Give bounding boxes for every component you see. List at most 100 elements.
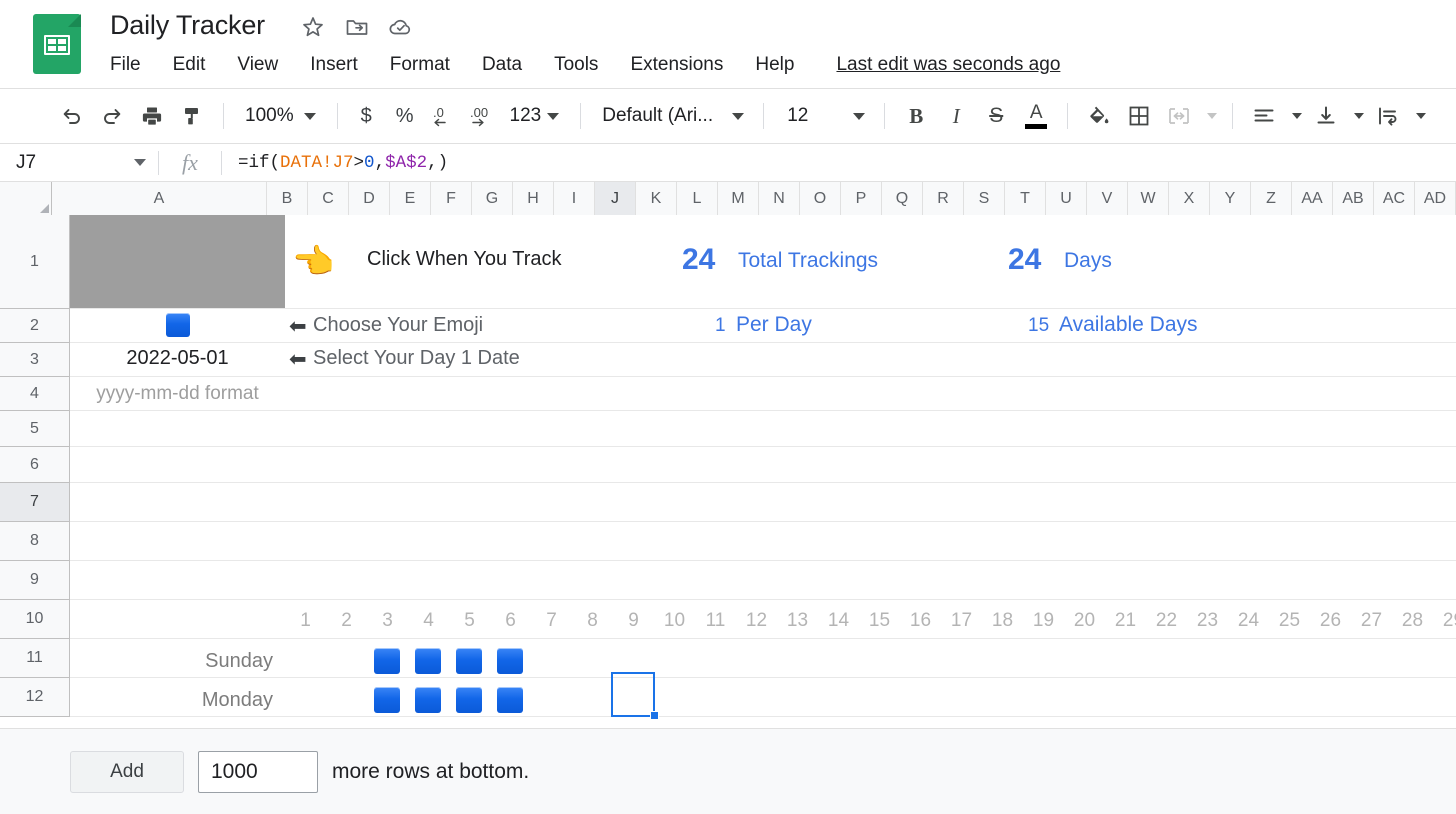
row-header-12[interactable]: 12 <box>0 678 70 717</box>
increase-decimal-button[interactable]: .00 <box>466 96 506 136</box>
column-header-y[interactable]: Y <box>1210 182 1251 215</box>
borders-icon[interactable] <box>1119 96 1159 136</box>
merge-cells-icon <box>1159 96 1199 136</box>
row-header-1[interactable]: 1 <box>0 215 70 309</box>
menu-item-format[interactable]: Format <box>374 54 466 76</box>
undo-icon[interactable] <box>52 96 92 136</box>
column-header-n[interactable]: N <box>759 182 800 215</box>
column-header-x[interactable]: X <box>1169 182 1210 215</box>
font-family-selector[interactable]: Default (Ari... <box>592 98 752 134</box>
text-wrap-dropdown[interactable] <box>1408 96 1430 136</box>
tracking-square-monday-week-5[interactable] <box>456 687 482 713</box>
tracking-square-sunday-week-4[interactable] <box>415 648 441 674</box>
menu-item-tools[interactable]: Tools <box>538 54 614 76</box>
column-header-ab[interactable]: AB <box>1333 182 1374 215</box>
column-header-h[interactable]: H <box>513 182 554 215</box>
menu-item-data[interactable]: Data <box>466 54 538 76</box>
column-header-w[interactable]: W <box>1128 182 1169 215</box>
column-header-o[interactable]: O <box>800 182 841 215</box>
vertical-align-dropdown[interactable] <box>1346 96 1368 136</box>
tracking-square-monday-week-3[interactable] <box>374 687 400 713</box>
rows-count-input[interactable] <box>198 750 318 793</box>
tracking-square-sunday-week-6[interactable] <box>497 648 523 674</box>
tracking-square-monday-week-6[interactable] <box>497 687 523 713</box>
last-edit-status[interactable]: Last edit was seconds ago <box>836 54 1060 76</box>
cell-a3-date[interactable]: 2022-05-01 <box>70 347 285 370</box>
formula-input[interactable]: =if(DATA!J7>0,$A$2,) <box>222 153 1456 173</box>
column-header-aa[interactable]: AA <box>1292 182 1333 215</box>
week-number-2: 2 <box>341 610 352 631</box>
row-header-8[interactable]: 8 <box>0 522 70 561</box>
text-color-button[interactable]: A <box>1016 96 1056 136</box>
star-icon[interactable] <box>300 14 326 40</box>
column-header-a[interactable]: A <box>52 182 267 215</box>
row-header-4[interactable]: 4 <box>0 377 70 411</box>
column-header-v[interactable]: V <box>1087 182 1128 215</box>
column-header-r[interactable]: R <box>923 182 964 215</box>
column-header-ac[interactable]: AC <box>1374 182 1415 215</box>
select-all-corner[interactable] <box>0 182 52 215</box>
print-icon[interactable] <box>132 96 172 136</box>
percent-format-button[interactable]: % <box>384 105 426 128</box>
currency-format-button[interactable]: $ <box>349 105 384 128</box>
menu-item-extensions[interactable]: Extensions <box>614 54 739 76</box>
column-header-m[interactable]: M <box>718 182 759 215</box>
redo-icon[interactable] <box>92 96 132 136</box>
fill-handle[interactable] <box>650 711 659 719</box>
move-to-folder-icon[interactable] <box>344 14 370 40</box>
column-header-j[interactable]: J <box>595 182 636 215</box>
column-header-d[interactable]: D <box>349 182 390 215</box>
menu-item-help[interactable]: Help <box>739 54 810 76</box>
font-size-selector[interactable]: 12 <box>775 98 873 134</box>
column-header-z[interactable]: Z <box>1251 182 1292 215</box>
row-header-3[interactable]: 3 <box>0 343 70 377</box>
fill-color-icon[interactable] <box>1079 96 1119 136</box>
text-wrap-icon[interactable] <box>1368 96 1408 136</box>
vertical-align-icon[interactable] <box>1306 96 1346 136</box>
column-header-s[interactable]: S <box>964 182 1005 215</box>
row-header-6[interactable]: 6 <box>0 447 70 483</box>
column-header-g[interactable]: G <box>472 182 513 215</box>
column-header-f[interactable]: F <box>431 182 472 215</box>
column-header-e[interactable]: E <box>390 182 431 215</box>
cell-a2-emoji[interactable] <box>70 313 285 337</box>
decrease-decimal-button[interactable]: .0 <box>426 96 466 136</box>
row-header-7[interactable]: 7 <box>0 483 70 522</box>
zoom-selector[interactable]: 100% <box>235 98 326 134</box>
menu-item-edit[interactable]: Edit <box>157 54 222 76</box>
tracking-square-sunday-week-5[interactable] <box>456 648 482 674</box>
row-header-11[interactable]: 11 <box>0 639 70 678</box>
column-header-l[interactable]: L <box>677 182 718 215</box>
bold-button[interactable]: B <box>896 96 936 136</box>
tracking-square-monday-week-4[interactable] <box>415 687 441 713</box>
column-header-i[interactable]: I <box>554 182 595 215</box>
column-header-q[interactable]: Q <box>882 182 923 215</box>
horizontal-align-icon[interactable] <box>1244 96 1284 136</box>
cloud-saved-icon[interactable] <box>388 14 414 40</box>
page-title[interactable]: Daily Tracker <box>110 10 265 41</box>
column-header-c[interactable]: C <box>308 182 349 215</box>
row-header-2[interactable]: 2 <box>0 309 70 343</box>
row-header-9[interactable]: 9 <box>0 561 70 600</box>
column-header-k[interactable]: K <box>636 182 677 215</box>
tracking-square-sunday-week-3[interactable] <box>374 648 400 674</box>
column-header-b[interactable]: B <box>267 182 308 215</box>
menu-item-file[interactable]: File <box>110 54 157 76</box>
menu-item-insert[interactable]: Insert <box>294 54 374 76</box>
cell-a1-gray-block[interactable] <box>70 215 285 309</box>
column-header-u[interactable]: U <box>1046 182 1087 215</box>
horizontal-align-dropdown[interactable] <box>1284 96 1306 136</box>
add-rows-button[interactable]: Add <box>70 750 184 793</box>
strikethrough-button[interactable]: S <box>976 96 1016 136</box>
row-header-10[interactable]: 10 <box>0 600 70 639</box>
menu-item-view[interactable]: View <box>221 54 294 76</box>
column-header-p[interactable]: P <box>841 182 882 215</box>
number-format-selector[interactable]: 123 <box>506 98 570 134</box>
italic-button[interactable]: I <box>936 96 976 136</box>
column-header-ad[interactable]: AD <box>1415 182 1456 215</box>
paint-format-icon[interactable] <box>172 96 212 136</box>
row-header-5[interactable]: 5 <box>0 411 70 447</box>
column-header-t[interactable]: T <box>1005 182 1046 215</box>
selected-cell-outline[interactable] <box>611 672 655 717</box>
name-box[interactable]: J7 <box>0 144 158 181</box>
